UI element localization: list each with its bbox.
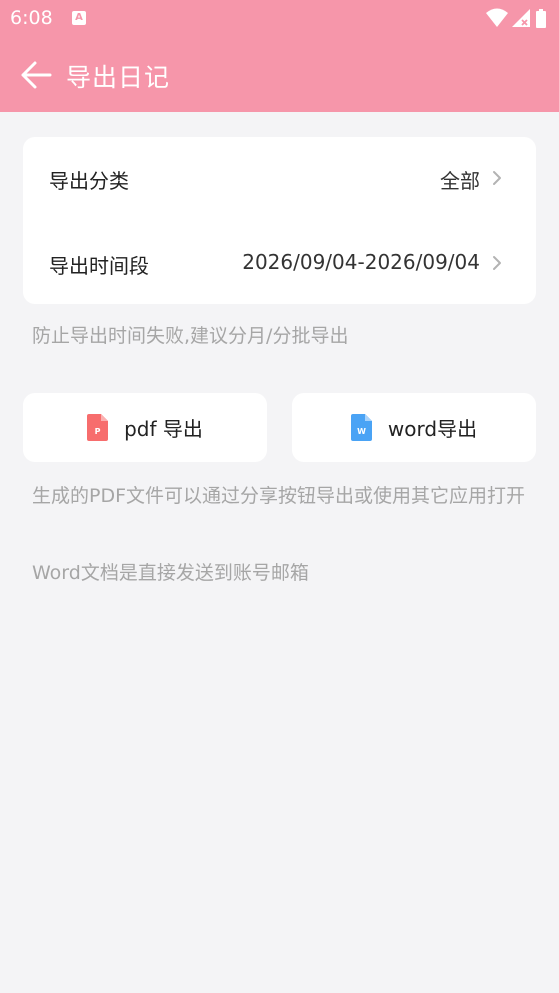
- pdf-export-hint: 生成的PDF文件可以通过分享按钮导出或使用其它应用打开: [32, 485, 526, 507]
- word-file-icon: W: [350, 414, 372, 441]
- export-category-row[interactable]: 导出分类 全部: [23, 137, 536, 222]
- word-export-label: word导出: [387, 417, 478, 441]
- export-period-value: 2026/09/04-2026/09/04: [242, 250, 480, 274]
- pdf-export-label: pdf 导出: [124, 417, 203, 441]
- status-icons: [486, 8, 546, 28]
- word-icon-letter: W: [357, 427, 366, 436]
- pdf-file-icon: P: [87, 414, 109, 441]
- chevron-right-icon: [493, 171, 501, 185]
- pdf-export-button[interactable]: P pdf 导出: [23, 393, 267, 462]
- pdf-icon-letter: P: [95, 427, 101, 436]
- export-period-hint: 防止导出时间失败,建议分月/分批导出: [32, 325, 349, 347]
- word-export-hint: Word文档是直接发送到账号邮箱: [32, 562, 309, 584]
- word-export-button[interactable]: W word导出: [292, 393, 536, 462]
- signal-icon: [512, 9, 530, 27]
- period-end-date: 2026/09/04: [364, 250, 480, 274]
- period-separator: -: [357, 250, 365, 274]
- status-bar: 6:08 A: [0, 0, 559, 38]
- export-category-value: 全部: [440, 169, 480, 193]
- page-title: 导出日记: [66, 63, 171, 92]
- notification-icon: A: [72, 11, 86, 25]
- back-arrow-icon[interactable]: [20, 60, 52, 90]
- app-bar: 导出日记: [0, 38, 559, 112]
- battery-icon: [536, 9, 546, 28]
- period-start-date: 2026/09/04: [242, 250, 358, 274]
- export-category-label: 导出分类: [49, 169, 129, 193]
- wifi-icon: [486, 8, 508, 27]
- export-period-row[interactable]: 导出时间段 2026/09/04-2026/09/04: [23, 222, 536, 307]
- export-settings-card: 导出分类 全部 导出时间段 2026/09/04-2026/09/04: [23, 137, 536, 304]
- export-period-label: 导出时间段: [49, 254, 149, 278]
- chevron-right-icon: [493, 256, 501, 270]
- status-time: 6:08: [10, 7, 53, 29]
